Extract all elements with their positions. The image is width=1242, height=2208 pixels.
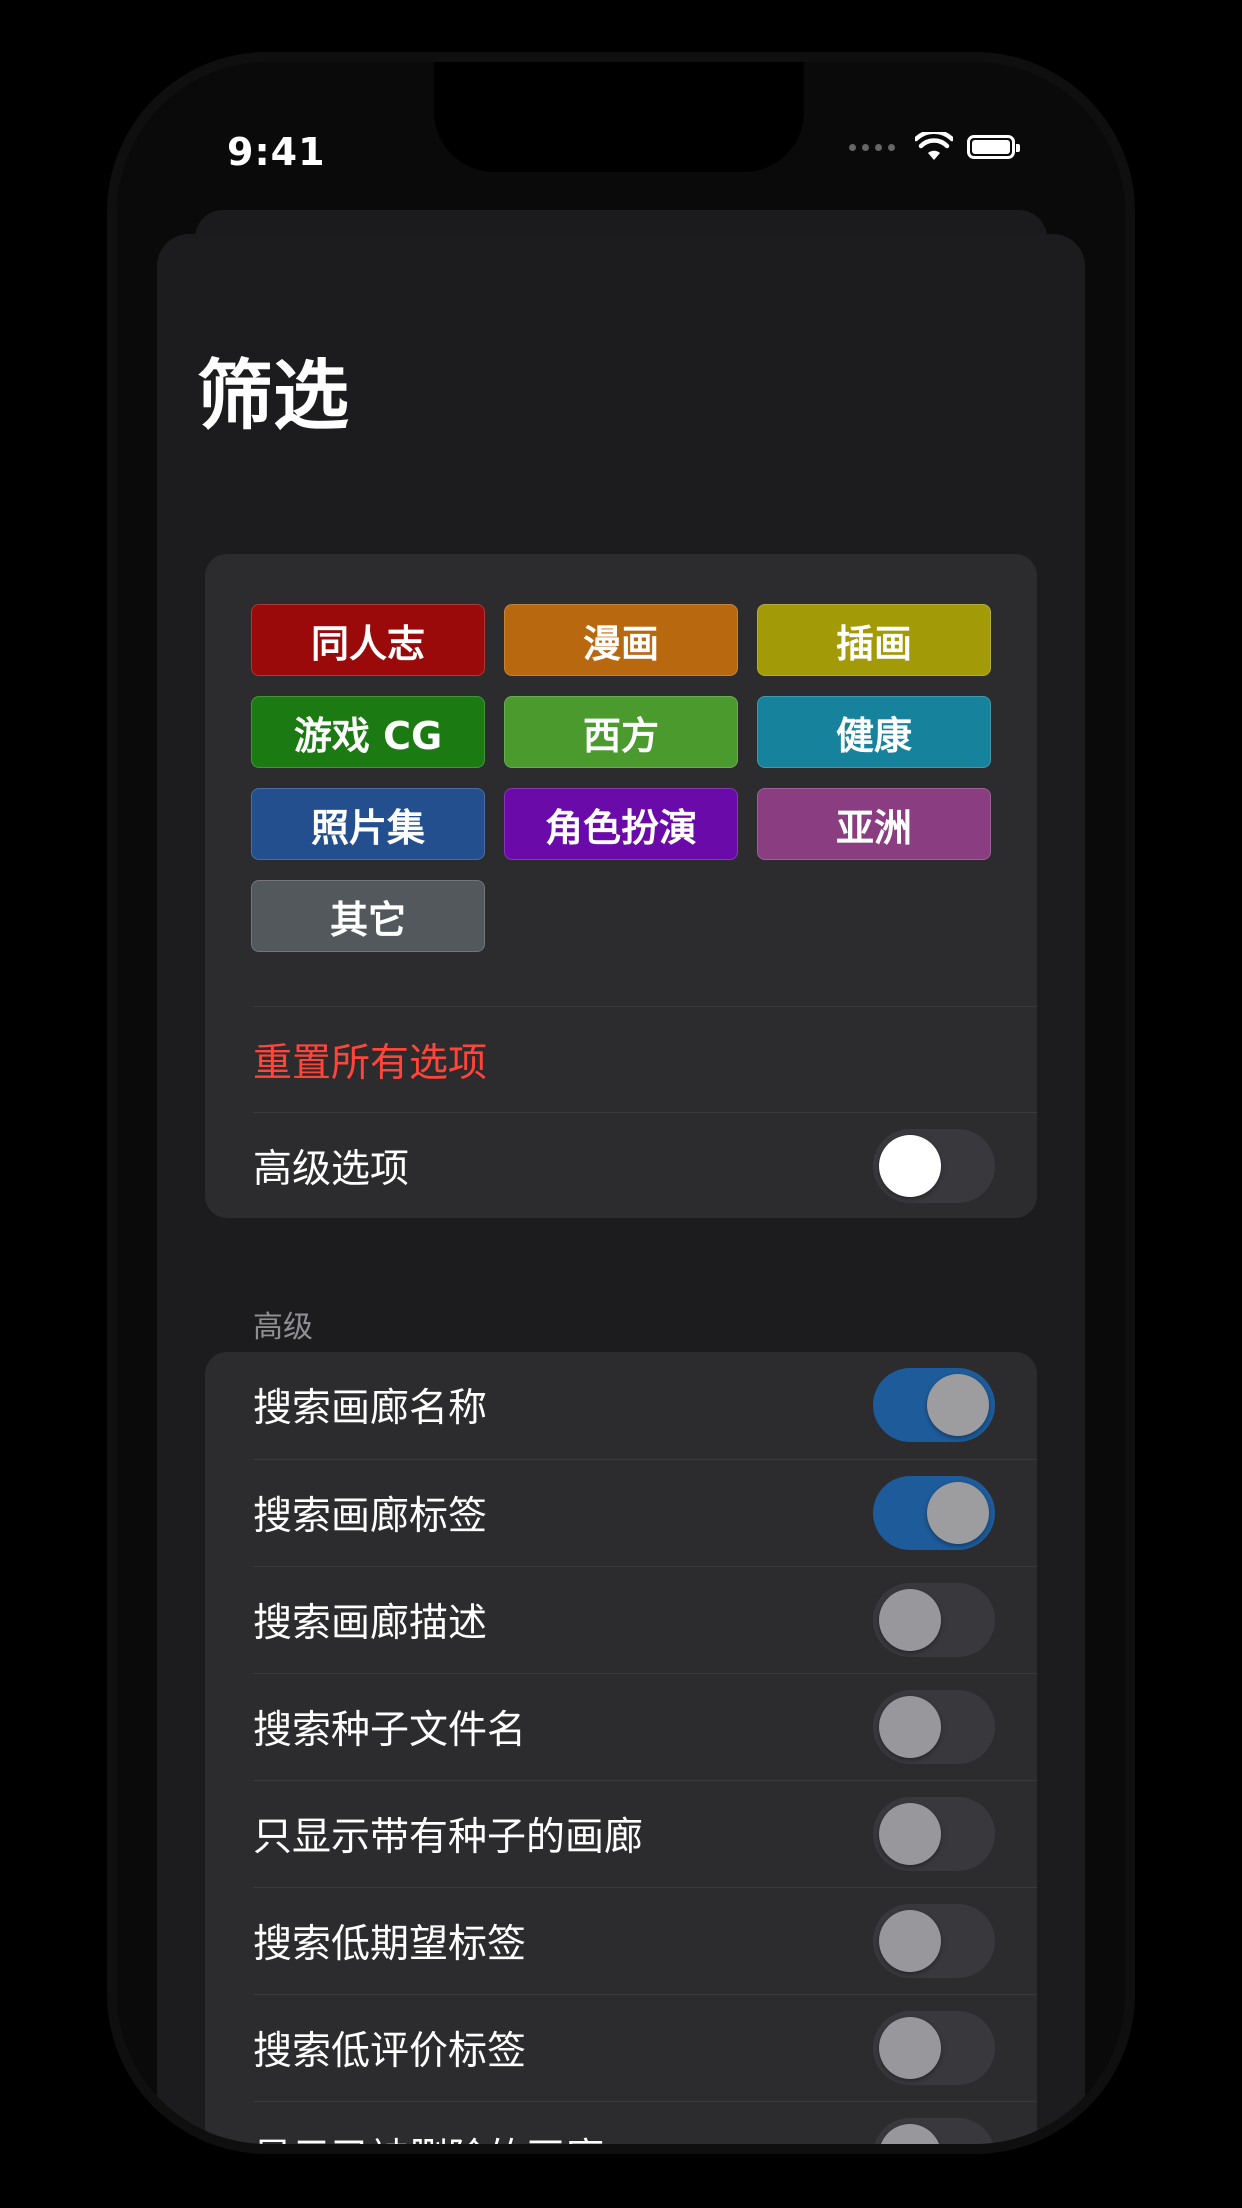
advanced-options-toggle[interactable] xyxy=(873,1128,995,1203)
category-image-set[interactable]: 照片集 xyxy=(251,788,485,860)
toggle-knob xyxy=(879,1695,941,1758)
phone-screen: 9:41 筛选 同人志 漫画 插画 游戏 CG 西方 健康 照片集 角色扮演 亚… xyxy=(117,62,1125,2144)
option-row: 搜索种子文件名 xyxy=(253,1673,1037,1779)
category-western[interactable]: 西方 xyxy=(504,696,738,768)
option-label: 搜索画廊名称 xyxy=(253,1386,488,1431)
advanced-options-label: 高级选项 xyxy=(253,1146,410,1192)
option-row: 搜索画廊标签 xyxy=(253,1459,1037,1565)
notch xyxy=(434,62,804,172)
category-doujinshi[interactable]: 同人志 xyxy=(251,604,485,676)
search-gallery-tags-toggle[interactable] xyxy=(873,1475,995,1550)
search-downvoted-tags-toggle[interactable] xyxy=(873,2010,995,2085)
category-card: 同人志 漫画 插画 游戏 CG 西方 健康 照片集 角色扮演 亚洲 其它 重置所… xyxy=(205,554,1037,1218)
status-icons xyxy=(849,132,1020,162)
page-title: 筛选 xyxy=(197,351,349,440)
option-row: 搜索画廊描述 xyxy=(253,1566,1037,1672)
option-row: 搜索低期望标签 xyxy=(253,1887,1037,1993)
category-misc[interactable]: 其它 xyxy=(251,880,485,952)
category-manga[interactable]: 漫画 xyxy=(504,604,738,676)
show-expunged-galleries-toggle[interactable] xyxy=(873,2117,995,2144)
option-row: 搜索画廊名称 xyxy=(253,1352,1037,1458)
battery-icon xyxy=(967,135,1020,159)
search-low-power-tags-toggle[interactable] xyxy=(873,1903,995,1978)
option-label: 显示已被删除的画廊 xyxy=(253,2127,604,2145)
only-with-torrents-toggle[interactable] xyxy=(873,1796,995,1871)
option-label: 搜索种子文件名 xyxy=(253,1707,527,1753)
wifi-icon xyxy=(915,132,953,160)
category-non-h[interactable]: 健康 xyxy=(757,696,991,768)
option-row: 只显示带有种子的画廊 xyxy=(253,1780,1037,1886)
toggle-knob xyxy=(879,1134,941,1197)
option-row: 搜索低评价标签 xyxy=(253,1994,1037,2100)
option-label: 只显示带有种子的画廊 xyxy=(253,1814,644,1860)
reset-all-button[interactable]: 重置所有选项 xyxy=(253,1032,487,1088)
reset-all-row[interactable]: 重置所有选项 xyxy=(253,1006,1037,1112)
search-gallery-name-toggle[interactable] xyxy=(873,1368,995,1442)
toggle-knob xyxy=(927,1374,989,1436)
toggle-knob xyxy=(879,1909,941,1972)
advanced-options-row: 高级选项 xyxy=(253,1112,1037,1218)
option-row: 显示已被删除的画廊 xyxy=(253,2101,1037,2144)
status-time: 9:41 xyxy=(227,130,326,174)
advanced-card: 搜索画廊名称 搜索画廊标签 搜索画廊描述 搜索种子文件名 只显示带有种子的画廊 … xyxy=(205,1352,1037,2144)
toggle-knob xyxy=(879,2123,941,2144)
category-artist-cg[interactable]: 插画 xyxy=(757,604,991,676)
search-gallery-description-toggle[interactable] xyxy=(873,1582,995,1657)
category-asian[interactable]: 亚洲 xyxy=(757,788,991,860)
option-label: 搜索画廊标签 xyxy=(253,1493,488,1539)
option-label: 搜索低期望标签 xyxy=(253,1921,527,1967)
option-label: 搜索低评价标签 xyxy=(253,2028,527,2074)
filter-sheet: 筛选 同人志 漫画 插画 游戏 CG 西方 健康 照片集 角色扮演 亚洲 其它 … xyxy=(157,234,1085,2144)
category-game-cg[interactable]: 游戏 CG xyxy=(251,696,485,768)
signal-icon xyxy=(849,143,895,151)
toggle-knob xyxy=(879,2016,941,2079)
category-cosplay[interactable]: 角色扮演 xyxy=(504,788,738,860)
advanced-section-header: 高级 xyxy=(253,1310,313,1345)
toggle-knob xyxy=(879,1802,941,1865)
search-torrent-filenames-toggle[interactable] xyxy=(873,1689,995,1764)
toggle-knob xyxy=(879,1588,941,1651)
toggle-knob xyxy=(927,1481,989,1544)
option-label: 搜索画廊描述 xyxy=(253,1600,488,1646)
